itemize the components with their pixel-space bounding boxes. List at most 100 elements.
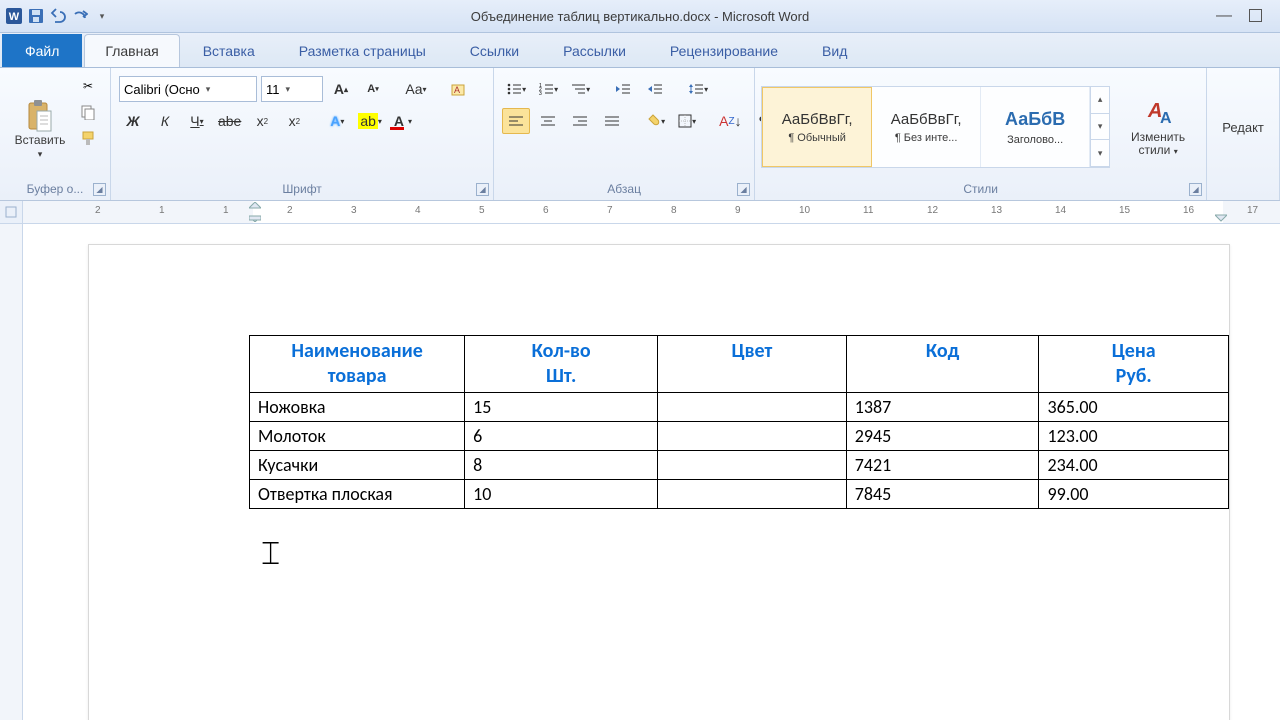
table-cell[interactable]: 7845 bbox=[846, 480, 1039, 509]
undo-icon[interactable] bbox=[48, 6, 68, 26]
text-effects-icon[interactable]: A▾ bbox=[323, 108, 351, 134]
font-dialog-launcher[interactable]: ◢ bbox=[476, 183, 489, 196]
table-cell[interactable]: 1387 bbox=[846, 393, 1039, 422]
cut-icon[interactable]: ✂ bbox=[76, 74, 100, 98]
superscript-icon[interactable]: x2 bbox=[280, 108, 308, 134]
align-left-icon[interactable] bbox=[502, 108, 530, 134]
align-right-icon[interactable] bbox=[566, 108, 594, 134]
change-case-icon[interactable]: Aa▾ bbox=[402, 76, 430, 102]
table-cell[interactable]: 7421 bbox=[846, 451, 1039, 480]
document-table[interactable]: НаименованиетовараКол-воШт.ЦветКодЦенаРу… bbox=[249, 335, 1229, 509]
table-cell[interactable]: 10 bbox=[465, 480, 658, 509]
style-no-spacing[interactable]: АаБбВвГг, ¶ Без инте... bbox=[872, 87, 981, 167]
table-cell[interactable]: 234.00 bbox=[1039, 451, 1229, 480]
table-cell[interactable] bbox=[658, 451, 847, 480]
editing-label[interactable]: Редакт bbox=[1222, 120, 1264, 135]
gallery-down-icon[interactable]: ▾ bbox=[1091, 114, 1109, 141]
qat-dropdown-icon[interactable]: ▾ bbox=[92, 6, 112, 26]
tab-file[interactable]: Файл bbox=[2, 34, 82, 67]
tab-references[interactable]: Ссылки bbox=[449, 34, 540, 67]
subscript-icon[interactable]: x2 bbox=[248, 108, 276, 134]
grow-font-icon[interactable]: A▴ bbox=[327, 76, 355, 102]
style-normal[interactable]: АаБбВвГг, ¶ Обычный bbox=[762, 87, 872, 167]
bold-icon[interactable]: Ж bbox=[119, 108, 147, 134]
align-center-icon[interactable] bbox=[534, 108, 562, 134]
highlight-icon[interactable]: ab▾ bbox=[355, 108, 385, 134]
ribbon: Вставить▾ ✂ Буфер о... ◢ Calibri (Осно▾ … bbox=[0, 68, 1280, 201]
tab-review[interactable]: Рецензирование bbox=[649, 34, 799, 67]
table-cell[interactable]: 6 bbox=[465, 422, 658, 451]
table-cell[interactable] bbox=[658, 393, 847, 422]
gallery-up-icon[interactable]: ▴ bbox=[1091, 87, 1109, 114]
table-cell[interactable]: Молоток bbox=[250, 422, 465, 451]
table-row[interactable]: Кусачки8 7421234.00 bbox=[250, 451, 1229, 480]
underline-icon[interactable]: Ч ▾ bbox=[183, 108, 211, 134]
document-area: 211234567891011121314151617 Наименование… bbox=[0, 201, 1280, 720]
format-painter-icon[interactable] bbox=[76, 126, 100, 150]
shrink-font-icon[interactable]: A▾ bbox=[359, 76, 387, 102]
table-header[interactable]: Цвет bbox=[658, 336, 847, 393]
window-controls: — bbox=[1217, 9, 1280, 23]
table-cell[interactable]: 2945 bbox=[846, 422, 1039, 451]
table-row[interactable]: Отвертка плоская10 784599.00 bbox=[250, 480, 1229, 509]
table-cell[interactable]: Кусачки bbox=[250, 451, 465, 480]
increase-indent-icon[interactable] bbox=[641, 76, 669, 102]
clear-formatting-icon[interactable]: A bbox=[445, 76, 473, 102]
tab-insert[interactable]: Вставка bbox=[182, 34, 276, 67]
tab-view[interactable]: Вид bbox=[801, 34, 868, 67]
paragraph-dialog-launcher[interactable]: ◢ bbox=[737, 183, 750, 196]
table-cell[interactable]: 123.00 bbox=[1039, 422, 1229, 451]
font-name-combo[interactable]: Calibri (Осно▾ bbox=[119, 76, 257, 102]
font-size-combo[interactable]: 11▾ bbox=[261, 76, 323, 102]
group-styles-label: Стили bbox=[761, 182, 1200, 198]
numbering-icon[interactable]: 123▾ bbox=[534, 76, 562, 102]
italic-icon[interactable]: К bbox=[151, 108, 179, 134]
font-color-icon[interactable]: A▾ bbox=[389, 108, 417, 134]
page[interactable]: НаименованиетовараКол-воШт.ЦветКодЦенаРу… bbox=[88, 244, 1230, 720]
strikethrough-icon[interactable]: abe bbox=[215, 108, 244, 134]
align-justify-icon[interactable] bbox=[598, 108, 626, 134]
ruler-corner[interactable] bbox=[0, 201, 22, 224]
quick-access-toolbar: W ▾ bbox=[0, 6, 112, 26]
table-cell[interactable]: 99.00 bbox=[1039, 480, 1229, 509]
table-cell[interactable] bbox=[658, 422, 847, 451]
page-surface[interactable]: НаименованиетовараКол-воШт.ЦветКодЦенаРу… bbox=[23, 224, 1280, 720]
shading-icon[interactable]: ▾ bbox=[641, 108, 669, 134]
paste-button[interactable]: Вставить▾ bbox=[6, 72, 74, 188]
table-cell[interactable]: 8 bbox=[465, 451, 658, 480]
table-header[interactable]: Наименованиетовара bbox=[250, 336, 465, 393]
vertical-ruler[interactable] bbox=[0, 201, 23, 720]
sort-icon[interactable]: AZ↓ bbox=[716, 108, 744, 134]
table-cell[interactable]: 15 bbox=[465, 393, 658, 422]
table-cell[interactable] bbox=[658, 480, 847, 509]
tab-home[interactable]: Главная bbox=[84, 34, 179, 67]
maximize-icon[interactable] bbox=[1249, 9, 1262, 22]
bullets-icon[interactable]: ▾ bbox=[502, 76, 530, 102]
change-styles-button[interactable]: AA Изменить стили ▾ bbox=[1116, 83, 1200, 171]
table-header[interactable]: Код bbox=[846, 336, 1039, 393]
clipboard-dialog-launcher[interactable]: ◢ bbox=[93, 183, 106, 196]
horizontal-ruler[interactable]: 211234567891011121314151617 bbox=[23, 201, 1280, 224]
table-cell[interactable]: Отвертка плоская bbox=[250, 480, 465, 509]
redo-icon[interactable] bbox=[70, 6, 90, 26]
copy-icon[interactable] bbox=[76, 100, 100, 124]
borders-icon[interactable]: ▾ bbox=[673, 108, 701, 134]
tab-page-layout[interactable]: Разметка страницы bbox=[278, 34, 447, 67]
word-app-icon[interactable]: W bbox=[4, 6, 24, 26]
gallery-more-icon[interactable]: ▾ bbox=[1091, 140, 1109, 167]
minimize-icon[interactable]: — bbox=[1217, 9, 1231, 23]
styles-dialog-launcher[interactable]: ◢ bbox=[1189, 183, 1202, 196]
tab-mailings[interactable]: Рассылки bbox=[542, 34, 647, 67]
table-header[interactable]: Кол-воШт. bbox=[465, 336, 658, 393]
multilevel-list-icon[interactable]: ▾ bbox=[566, 76, 594, 102]
table-cell[interactable]: 365.00 bbox=[1039, 393, 1229, 422]
table-row[interactable]: Молоток6 2945123.00 bbox=[250, 422, 1229, 451]
table-header[interactable]: ЦенаРуб. bbox=[1039, 336, 1229, 393]
decrease-indent-icon[interactable] bbox=[609, 76, 637, 102]
save-icon[interactable] bbox=[26, 6, 46, 26]
change-styles-icon: AA bbox=[1142, 97, 1174, 129]
table-row[interactable]: Ножовка15 1387365.00 bbox=[250, 393, 1229, 422]
style-heading1[interactable]: АаБбВ Заголово... bbox=[981, 87, 1090, 167]
line-spacing-icon[interactable]: ▾ bbox=[684, 76, 712, 102]
table-cell[interactable]: Ножовка bbox=[250, 393, 465, 422]
